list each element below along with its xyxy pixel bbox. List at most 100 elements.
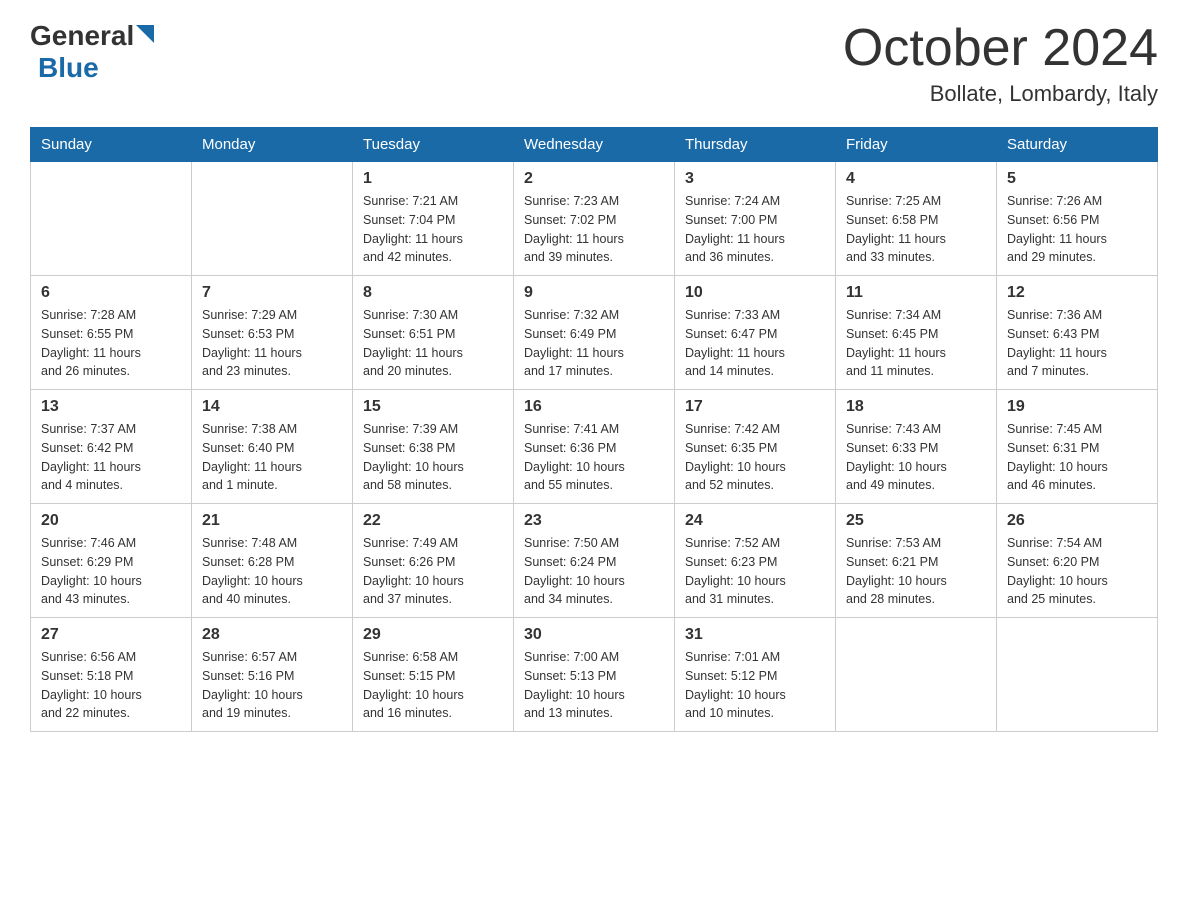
day-info: Sunrise: 7:24 AMSunset: 7:00 PMDaylight:… <box>685 192 825 267</box>
calendar-cell <box>836 618 997 732</box>
day-info: Sunrise: 7:45 AMSunset: 6:31 PMDaylight:… <box>1007 420 1147 495</box>
day-number: 26 <box>1007 512 1147 530</box>
title-block: October 2024 Bollate, Lombardy, Italy <box>843 20 1158 107</box>
calendar-cell: 24 Sunrise: 7:52 AMSunset: 6:23 PMDayligh… <box>675 504 836 618</box>
day-info: Sunrise: 7:49 AMSunset: 6:26 PMDaylight:… <box>363 534 503 609</box>
calendar-cell: 18Sunrise: 7:43 AMSunset: 6:33 PMDayligh… <box>836 390 997 504</box>
calendar-week-row: 6 Sunrise: 7:28 AMSunset: 6:55 PMDaylight… <box>31 276 1158 390</box>
day-number: 24 <box>685 512 825 530</box>
calendar-cell: 27Sunrise: 6:56 AMSunset: 5:18 PMDayligh… <box>31 618 192 732</box>
day-info: Sunrise: 7:46 AMSunset: 6:29 PMDaylight:… <box>41 534 181 609</box>
day-number: 12 <box>1007 284 1147 302</box>
logo-general-text: General <box>30 20 134 52</box>
calendar-cell: 7Sunrise: 7:29 AMSunset: 6:53 PMDaylight… <box>192 276 353 390</box>
calendar-header-sunday: Sunday <box>31 128 192 162</box>
day-info: Sunrise: 7:54 AMSunset: 6:20 PMDaylight:… <box>1007 534 1147 609</box>
day-number: 14 <box>202 398 342 416</box>
calendar-cell: 23 Sunrise: 7:50 AMSunset: 6:24 PMDayligh… <box>514 504 675 618</box>
calendar-cell: 15 Sunrise: 7:39 AMSunset: 6:38 PMDayligh… <box>353 390 514 504</box>
day-number: 6 <box>41 284 181 302</box>
calendar-cell: 28Sunrise: 6:57 AMSunset: 5:16 PMDayligh… <box>192 618 353 732</box>
calendar-cell: 30 Sunrise: 7:00 AMSunset: 5:13 PMDayligh… <box>514 618 675 732</box>
calendar-cell: 21 Sunrise: 7:48 AMSunset: 6:28 PMDayligh… <box>192 504 353 618</box>
calendar-cell: 4Sunrise: 7:25 AMSunset: 6:58 PMDaylight… <box>836 162 997 276</box>
day-number: 28 <box>202 626 342 644</box>
day-number: 29 <box>363 626 503 644</box>
calendar-cell: 16Sunrise: 7:41 AMSunset: 6:36 PMDayligh… <box>514 390 675 504</box>
calendar-header-wednesday: Wednesday <box>514 128 675 162</box>
calendar-cell: 2 Sunrise: 7:23 AMSunset: 7:02 PMDaylight… <box>514 162 675 276</box>
calendar-cell: 20 Sunrise: 7:46 AMSunset: 6:29 PMDayligh… <box>31 504 192 618</box>
day-info: Sunrise: 7:28 AMSunset: 6:55 PMDaylight:… <box>41 306 181 381</box>
calendar-cell: 29Sunrise: 6:58 AMSunset: 5:15 PMDayligh… <box>353 618 514 732</box>
location-title: Bollate, Lombardy, Italy <box>843 81 1158 107</box>
day-number: 13 <box>41 398 181 416</box>
calendar-header-monday: Monday <box>192 128 353 162</box>
day-number: 22 <box>363 512 503 530</box>
day-number: 11 <box>846 284 986 302</box>
day-info: Sunrise: 7:43 AMSunset: 6:33 PMDaylight:… <box>846 420 986 495</box>
day-info: Sunrise: 7:39 AMSunset: 6:38 PMDaylight:… <box>363 420 503 495</box>
month-title: October 2024 <box>843 20 1158 77</box>
calendar-cell: 12 Sunrise: 7:36 AMSunset: 6:43 PMDayligh… <box>997 276 1158 390</box>
calendar-cell: 13 Sunrise: 7:37 AMSunset: 6:42 PMDayligh… <box>31 390 192 504</box>
day-info: Sunrise: 7:26 AMSunset: 6:56 PMDaylight:… <box>1007 192 1147 267</box>
day-info: Sunrise: 7:33 AMSunset: 6:47 PMDaylight:… <box>685 306 825 381</box>
day-info: Sunrise: 7:37 AMSunset: 6:42 PMDaylight:… <box>41 420 181 495</box>
day-number: 5 <box>1007 170 1147 188</box>
day-info: Sunrise: 7:50 AMSunset: 6:24 PMDaylight:… <box>524 534 664 609</box>
day-info: Sunrise: 7:25 AMSunset: 6:58 PMDaylight:… <box>846 192 986 267</box>
calendar-header-friday: Friday <box>836 128 997 162</box>
calendar-week-row: 20 Sunrise: 7:46 AMSunset: 6:29 PMDayligh… <box>31 504 1158 618</box>
day-info: Sunrise: 7:30 AMSunset: 6:51 PMDaylight:… <box>363 306 503 381</box>
day-number: 3 <box>685 170 825 188</box>
calendar-table: SundayMondayTuesdayWednesdayThursdayFrid… <box>30 127 1158 732</box>
day-info: Sunrise: 7:38 AMSunset: 6:40 PMDaylight:… <box>202 420 342 495</box>
calendar-week-row: 13 Sunrise: 7:37 AMSunset: 6:42 PMDayligh… <box>31 390 1158 504</box>
calendar-cell: 31 Sunrise: 7:01 AMSunset: 5:12 PMDayligh… <box>675 618 836 732</box>
day-number: 1 <box>363 170 503 188</box>
day-info: Sunrise: 7:00 AMSunset: 5:13 PMDaylight:… <box>524 648 664 723</box>
calendar-header-row: SundayMondayTuesdayWednesdayThursdayFrid… <box>31 128 1158 162</box>
day-number: 2 <box>524 170 664 188</box>
calendar-cell: 10 Sunrise: 7:33 AMSunset: 6:47 PMDayligh… <box>675 276 836 390</box>
calendar-cell: 19 Sunrise: 7:45 AMSunset: 6:31 PMDayligh… <box>997 390 1158 504</box>
calendar-cell <box>192 162 353 276</box>
day-info: Sunrise: 7:36 AMSunset: 6:43 PMDaylight:… <box>1007 306 1147 381</box>
day-number: 20 <box>41 512 181 530</box>
day-info: Sunrise: 7:53 AMSunset: 6:21 PMDaylight:… <box>846 534 986 609</box>
day-number: 30 <box>524 626 664 644</box>
day-number: 21 <box>202 512 342 530</box>
calendar-cell: 1Sunrise: 7:21 AMSunset: 7:04 PMDaylight… <box>353 162 514 276</box>
day-number: 15 <box>363 398 503 416</box>
calendar-cell <box>31 162 192 276</box>
day-info: Sunrise: 6:56 AMSunset: 5:18 PMDaylight:… <box>41 648 181 723</box>
calendar-cell: 6 Sunrise: 7:28 AMSunset: 6:55 PMDaylight… <box>31 276 192 390</box>
calendar-header-thursday: Thursday <box>675 128 836 162</box>
day-info: Sunrise: 7:34 AMSunset: 6:45 PMDaylight:… <box>846 306 986 381</box>
day-number: 31 <box>685 626 825 644</box>
calendar-cell: 3 Sunrise: 7:24 AMSunset: 7:00 PMDaylight… <box>675 162 836 276</box>
logo-blue-text: Blue <box>38 52 99 83</box>
day-number: 10 <box>685 284 825 302</box>
calendar-header-saturday: Saturday <box>997 128 1158 162</box>
day-info: Sunrise: 7:48 AMSunset: 6:28 PMDaylight:… <box>202 534 342 609</box>
day-info: Sunrise: 7:01 AMSunset: 5:12 PMDaylight:… <box>685 648 825 723</box>
calendar-cell: 8Sunrise: 7:30 AMSunset: 6:51 PMDaylight… <box>353 276 514 390</box>
day-info: Sunrise: 7:52 AMSunset: 6:23 PMDaylight:… <box>685 534 825 609</box>
logo: General Blue <box>30 20 154 84</box>
day-info: Sunrise: 7:23 AMSunset: 7:02 PMDaylight:… <box>524 192 664 267</box>
calendar-cell <box>997 618 1158 732</box>
calendar-cell: 22 Sunrise: 7:49 AMSunset: 6:26 PMDayligh… <box>353 504 514 618</box>
day-number: 23 <box>524 512 664 530</box>
day-number: 19 <box>1007 398 1147 416</box>
day-number: 9 <box>524 284 664 302</box>
logo-triangle-icon <box>136 25 154 43</box>
calendar-cell: 9Sunrise: 7:32 AMSunset: 6:49 PMDaylight… <box>514 276 675 390</box>
day-info: Sunrise: 7:29 AMSunset: 6:53 PMDaylight:… <box>202 306 342 381</box>
calendar-cell: 11 Sunrise: 7:34 AMSunset: 6:45 PMDayligh… <box>836 276 997 390</box>
day-number: 17 <box>685 398 825 416</box>
day-info: Sunrise: 7:42 AMSunset: 6:35 PMDaylight:… <box>685 420 825 495</box>
day-info: Sunrise: 7:41 AMSunset: 6:36 PMDaylight:… <box>524 420 664 495</box>
calendar-cell: 14 Sunrise: 7:38 AMSunset: 6:40 PMDayligh… <box>192 390 353 504</box>
